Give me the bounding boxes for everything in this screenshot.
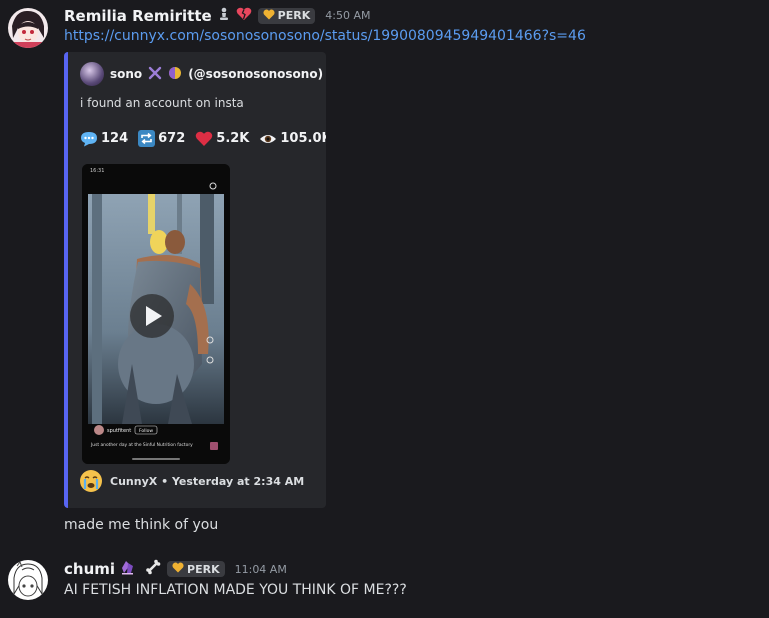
embed-author-avatar	[80, 62, 104, 86]
likes-stat: 5.2K	[195, 131, 249, 147]
perk-badge[interactable]: PERK	[167, 561, 225, 577]
speech-bubble-icon	[80, 131, 98, 147]
username[interactable]: chumi	[64, 560, 115, 578]
footer-separator: •	[161, 474, 172, 488]
media-username: sputfitent	[107, 428, 131, 434]
username[interactable]: Remilia Remiritte	[64, 7, 212, 25]
embed-author[interactable]: sono (@sosonosonosono)	[80, 62, 323, 86]
perk-label: PERK	[277, 9, 311, 22]
svg-text:16:31: 16:31	[90, 168, 104, 174]
retweets-count: 672	[158, 131, 186, 146]
embed-author-handle: (@sosonosonosono)	[188, 67, 324, 81]
embed-stats: 124 672 5.2K 105.0K	[80, 130, 326, 147]
broken-heart-icon	[236, 6, 252, 25]
avatar[interactable]	[8, 560, 48, 600]
perk-label: PERK	[187, 562, 220, 576]
message-link[interactable]: https://cunnyx.com/sosonosonosono/status…	[64, 28, 586, 44]
timestamp[interactable]: 4:50 AM	[325, 9, 370, 22]
views-count: 105.0K	[280, 131, 326, 146]
crying-face-icon	[80, 470, 102, 492]
embed-description: i found an account on insta	[80, 96, 244, 110]
chess-pawn-icon	[218, 6, 230, 25]
message-text: made me think of you	[64, 517, 219, 533]
embed-accent-bar	[64, 52, 68, 508]
bone-icon	[145, 559, 161, 579]
avatar[interactable]	[8, 8, 48, 48]
replies-count: 124	[101, 131, 129, 146]
timestamp[interactable]: 11:04 AM	[235, 563, 287, 576]
crystal-icon	[121, 559, 135, 579]
message-text: AI FETISH INFLATION MADE YOU THINK OF ME…	[64, 582, 407, 598]
embed-video-thumbnail[interactable]: 16:31 sputfitent Follow Just another day…	[82, 164, 230, 464]
eye-icon	[259, 133, 277, 145]
heart-icon	[195, 131, 213, 147]
half-circle-icon	[168, 66, 182, 83]
perk-badge[interactable]: PERK	[257, 7, 316, 24]
likes-count: 5.2K	[216, 131, 250, 146]
message-header: chumi PERK 11:04 AM	[64, 559, 287, 579]
footer-time: Yesterday at 2:34 AM	[171, 474, 305, 488]
heart-icon	[172, 562, 184, 576]
message-header: Remilia Remiritte PERK 4:50 AM	[64, 6, 370, 25]
link-embed: sono (@sosonosonosono) i found an accoun…	[64, 52, 326, 508]
repeat-icon	[138, 130, 156, 147]
heart-icon	[263, 9, 275, 23]
media-follow-button: Follow	[139, 428, 153, 434]
embed-author-name: sono	[110, 67, 143, 81]
media-caption: Just another day at the Sinful Nutrition…	[90, 442, 193, 448]
retweets-stat: 672	[138, 130, 185, 147]
footer-source: CunnyX	[110, 474, 158, 488]
replies-stat: 124	[80, 131, 128, 147]
views-stat: 105.0K	[259, 131, 326, 146]
embed-footer: CunnyX • Yesterday at 2:34 AM	[80, 470, 304, 492]
crossed-swords-icon	[148, 66, 162, 83]
